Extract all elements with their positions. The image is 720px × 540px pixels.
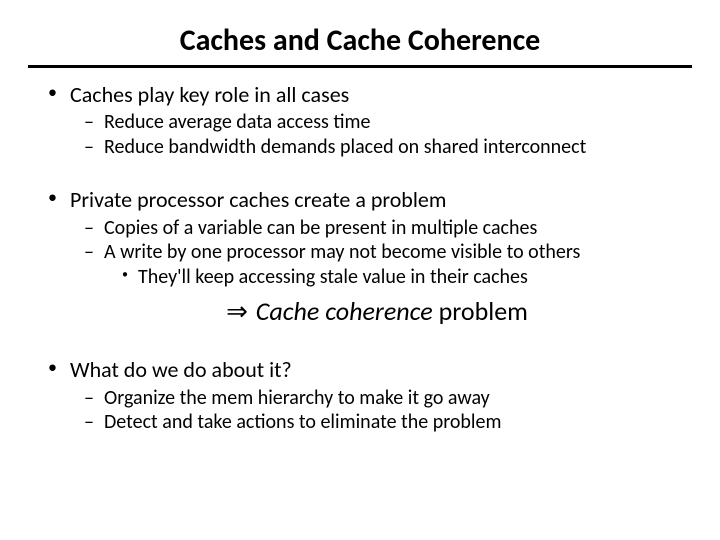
- bullet-caches-role: Caches play key role in all cases Reduce…: [46, 82, 684, 160]
- sub-text: Reduce average data access time: [104, 110, 370, 134]
- sub-text: Organize the mem hierarchy to make it go…: [104, 386, 490, 410]
- bullet-private-caches: Private processor caches create a proble…: [46, 187, 684, 329]
- sub-list: Organize the mem hierarchy to make it go…: [70, 386, 684, 435]
- slide-title: Caches and Cache Coherence: [28, 24, 692, 59]
- sub-sub-text: They'll keep accessing stale value in th…: [138, 265, 528, 289]
- implies-icon: ⇒: [226, 297, 250, 326]
- sub-sub-item: They'll keep accessing stale value in th…: [122, 265, 684, 289]
- sub-item: Copies of a variable can be present in m…: [84, 216, 684, 240]
- sub-item: Organize the mem hierarchy to make it go…: [84, 386, 684, 410]
- sub-text: A write by one processor may not become …: [104, 240, 580, 264]
- bullet-what-do-we-do: What do we do about it? Organize the mem…: [46, 357, 684, 435]
- sub-list: Reduce average data access time Reduce b…: [70, 110, 684, 159]
- sub-text: Reduce bandwidth demands placed on share…: [104, 135, 586, 159]
- slide: Caches and Cache Coherence Caches play k…: [0, 0, 720, 540]
- sub-item: Detect and take actions to eliminate the…: [84, 410, 684, 434]
- bullet-text: Caches play key role in all cases: [70, 81, 349, 108]
- cache-coherence-callout: ⇒ Cache coherence problem: [70, 295, 684, 329]
- sub-text: Detect and take actions to eliminate the…: [104, 410, 501, 434]
- sub-sub-list: They'll keep accessing stale value in th…: [104, 265, 684, 289]
- body-list: Caches play key role in all cases Reduce…: [28, 82, 692, 435]
- bullet-text: What do we do about it?: [70, 356, 292, 383]
- sub-list: Copies of a variable can be present in m…: [70, 216, 684, 289]
- sub-text: Copies of a variable can be present in m…: [104, 216, 537, 240]
- sub-item: Reduce average data access time: [84, 110, 684, 134]
- sub-item: Reduce bandwidth demands placed on share…: [84, 135, 684, 159]
- callout-emph: Cache coherence: [256, 295, 433, 327]
- bullet-text: Private processor caches create a proble…: [70, 186, 446, 213]
- sub-item: A write by one processor may not become …: [84, 240, 684, 289]
- title-underline: [28, 65, 692, 68]
- callout-rest: problem: [433, 295, 528, 327]
